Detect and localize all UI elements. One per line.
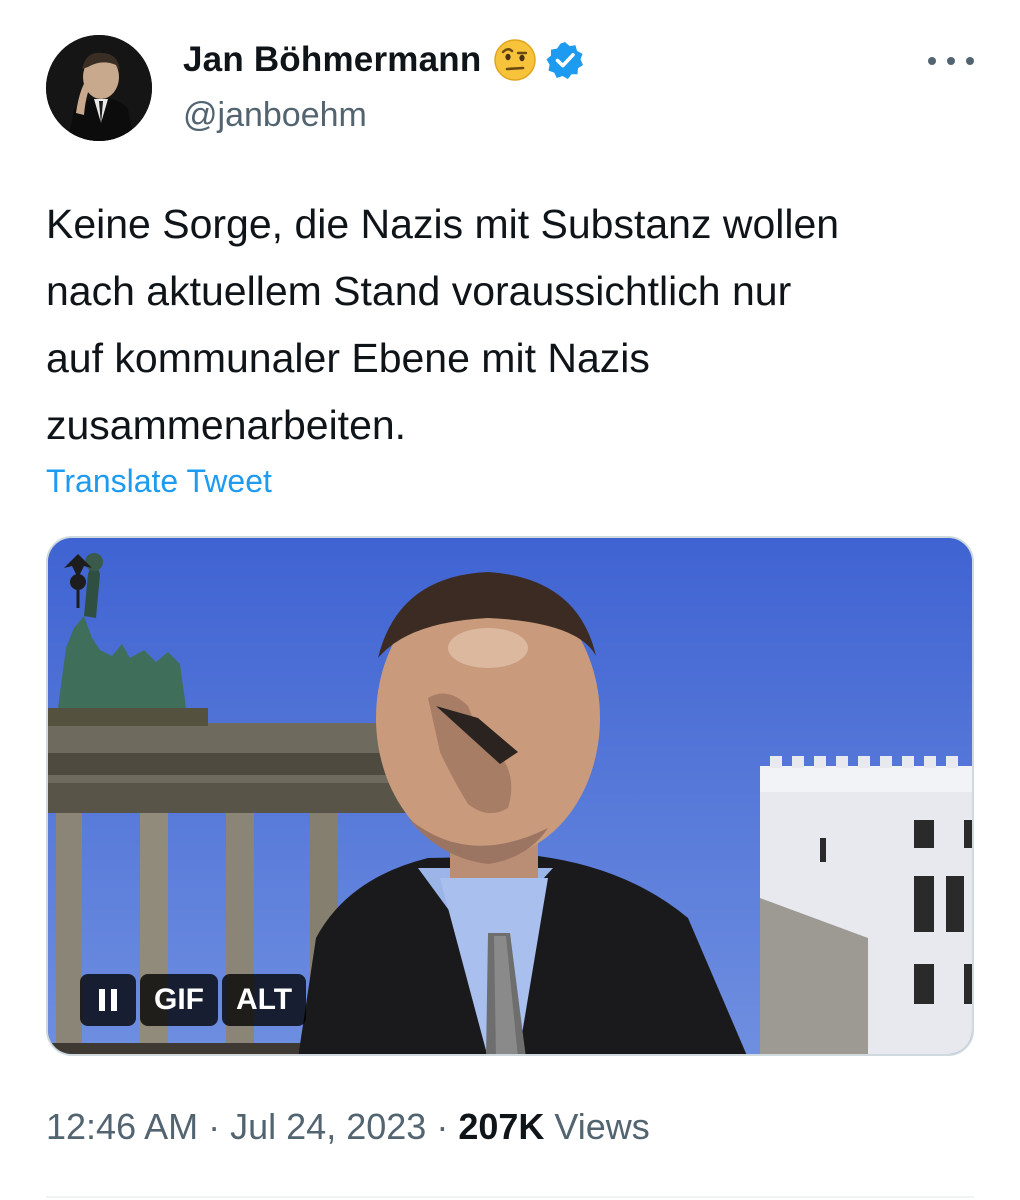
tweet-text: Keine Sorge, die Nazis mit Substanz woll… (46, 191, 976, 459)
pause-button[interactable] (80, 974, 136, 1026)
pause-icon (99, 989, 117, 1011)
views-count[interactable]: 207K (458, 1106, 544, 1147)
more-dot (947, 57, 955, 65)
tweet-text-line: nach aktuellem Stand voraussichtlich nur (46, 268, 792, 314)
divider (46, 1196, 974, 1198)
name-row: Jan Böhmermann (183, 38, 585, 82)
meta-separator: · (436, 1106, 449, 1147)
tweet-date[interactable]: Jul 24, 2023 (230, 1106, 426, 1147)
media-gif[interactable]: GIF ALT (46, 536, 974, 1056)
handle[interactable]: @janboehm (183, 96, 367, 135)
tweet-time[interactable]: 12:46 AM (46, 1106, 198, 1147)
translate-tweet-link[interactable]: Translate Tweet (46, 463, 272, 500)
views-label[interactable]: Views (554, 1106, 649, 1147)
avatar[interactable] (46, 35, 152, 141)
gif-badge[interactable]: GIF (140, 974, 218, 1026)
alt-text-button[interactable]: ALT (222, 974, 307, 1026)
display-name[interactable]: Jan Böhmermann (183, 40, 481, 80)
tweet-text-line: auf kommunaler Ebene mit Nazis (46, 335, 650, 381)
meta-separator: · (208, 1106, 221, 1147)
media-controls: GIF ALT (80, 974, 307, 1026)
more-dot (966, 57, 974, 65)
tweet-text-line: Keine Sorge, die Nazis mit Substanz woll… (46, 201, 840, 247)
verified-badge-icon[interactable] (545, 40, 585, 80)
tweet-meta: 12:46 AM · Jul 24, 2023 · 207K Views (46, 1106, 650, 1148)
more-dot (928, 57, 936, 65)
more-horizontal-icon[interactable] (928, 46, 974, 76)
tweet: Jan Böhmermann @janboehm Keine Sorge, di… (0, 0, 1020, 1200)
face-with-raised-eyebrow-icon (494, 39, 537, 81)
tweet-text-line: zusammenarbeiten. (46, 402, 407, 448)
